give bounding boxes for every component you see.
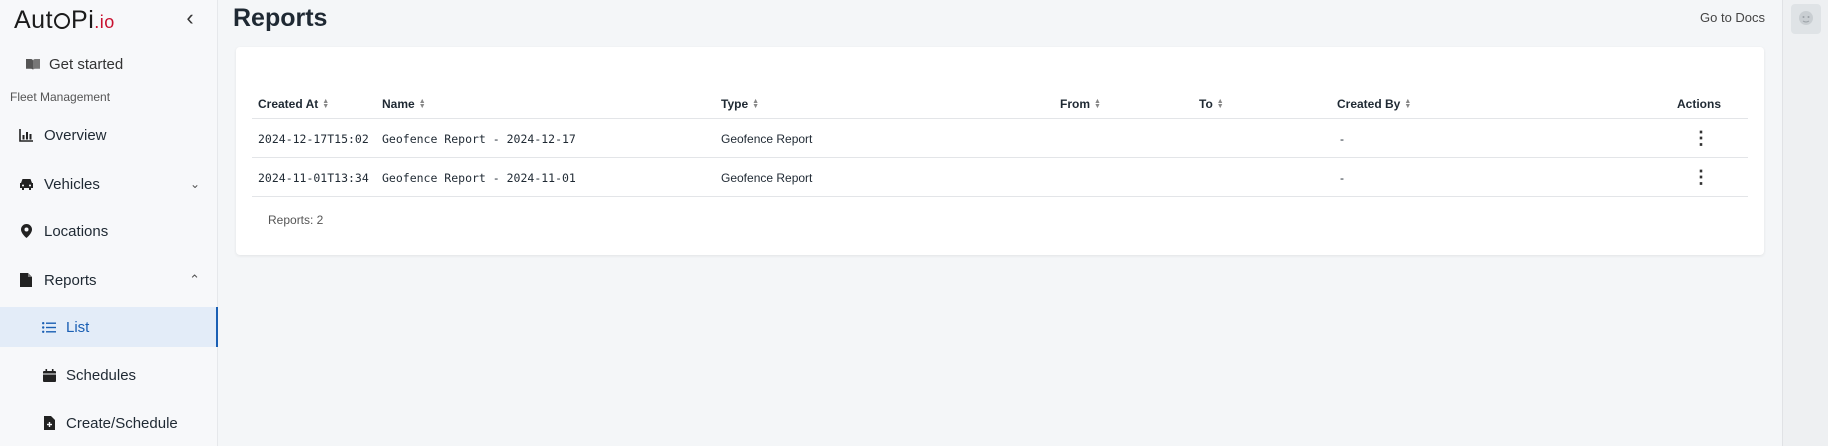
get-started-label: Get started: [49, 56, 124, 73]
sort-icon: ▲ ▼: [418, 98, 426, 110]
collapse-sidebar-button[interactable]: ‹: [180, 7, 200, 30]
column-header-from[interactable]: From ▲ ▼: [1060, 97, 1101, 111]
sort-icon: ▲ ▼: [322, 98, 330, 110]
sidebar-subitem-list[interactable]: List: [0, 307, 218, 347]
reports-card: Created At ▲ ▼ Name ▲ ▼ Type ▲ ▼ From ▲ ▼ To ▲ ▼ C…: [236, 47, 1764, 255]
sidebar: Aut Pi.io ‹ Get started Fleet Management …: [0, 0, 218, 446]
avatar-icon: [1799, 11, 1813, 25]
sidebar-subitem-create-schedule[interactable]: Create/Schedule: [0, 403, 218, 443]
cell-created-by: -: [1340, 171, 1344, 185]
sidebar-subitem-label: Create/Schedule: [66, 414, 178, 432]
logo-o-icon: [54, 13, 71, 29]
row-actions-menu-icon[interactable]: ⋮: [1692, 128, 1710, 148]
document-icon: [16, 273, 36, 287]
car-icon: [16, 178, 36, 190]
sidebar-item-label: Locations: [44, 222, 109, 240]
sidebar-item-reports[interactable]: Reports ⌃: [0, 259, 218, 301]
sidebar-item-overview[interactable]: Overview: [0, 114, 218, 156]
right-rail: [1782, 0, 1828, 446]
table-row[interactable]: 2024-12-17T15:02 Geofence Report - 2024-…: [252, 119, 1748, 158]
sidebar-item-label: Vehicles: [44, 175, 100, 193]
table-row[interactable]: 2024-11-01T13:34 Geofence Report - 2024-…: [252, 158, 1748, 197]
sort-icon: ▲ ▼: [752, 98, 760, 110]
column-header-created-by[interactable]: Created By ▲ ▼: [1337, 97, 1411, 111]
sidebar-item-locations[interactable]: Locations: [0, 210, 218, 252]
list-icon: [40, 321, 58, 333]
fleet-management-label: Fleet Management: [10, 90, 111, 104]
cell-name: Geofence Report - 2024-11-01: [382, 171, 576, 185]
page-title: Reports: [233, 4, 328, 32]
sidebar-subitem-label: Schedules: [66, 366, 137, 384]
sidebar-subitem-schedules[interactable]: Schedules: [0, 355, 218, 395]
book-icon: [26, 59, 40, 70]
cell-created-by: -: [1340, 132, 1344, 146]
chart-icon: [16, 128, 36, 142]
calendar-icon: [40, 368, 58, 382]
sidebar-subitem-label: List: [66, 318, 90, 336]
row-actions-menu-icon[interactable]: ⋮: [1692, 167, 1710, 187]
reports-count: Reports: 2: [268, 213, 324, 227]
column-header-name[interactable]: Name ▲ ▼: [382, 97, 426, 111]
cell-type: Geofence Report: [721, 132, 813, 146]
sidebar-item-label: Overview: [44, 126, 107, 144]
cell-created-at: 2024-12-17T15:02: [258, 132, 369, 146]
sidebar-item-label: Reports: [44, 271, 97, 289]
autopi-logo[interactable]: Aut Pi.io: [14, 6, 115, 35]
sort-icon: ▲ ▼: [1216, 98, 1224, 110]
table-header: Created At ▲ ▼ Name ▲ ▼ Type ▲ ▼ From ▲ ▼ To ▲ ▼ C…: [252, 91, 1748, 119]
file-plus-icon: [40, 416, 58, 430]
chevron-up-icon: ⌃: [189, 272, 200, 287]
column-header-actions: Actions: [1677, 97, 1722, 111]
cell-type: Geofence Report: [721, 171, 813, 185]
sort-icon: ▲ ▼: [1094, 98, 1101, 110]
map-pin-icon: [16, 224, 36, 238]
column-header-to[interactable]: To ▲ ▼: [1199, 97, 1224, 111]
user-avatar[interactable]: [1791, 4, 1821, 34]
get-started-link[interactable]: Get started: [25, 56, 123, 73]
cell-name: Geofence Report - 2024-12-17: [382, 132, 576, 146]
sort-icon: ▲ ▼: [1404, 98, 1412, 110]
column-header-created-at[interactable]: Created At ▲ ▼: [258, 97, 329, 111]
go-to-docs-link[interactable]: Go to Docs: [1700, 10, 1765, 25]
column-header-type[interactable]: Type ▲ ▼: [721, 97, 759, 111]
chevron-down-icon: ⌄: [189, 177, 200, 191]
cell-created-at: 2024-11-01T13:34: [258, 171, 369, 185]
sidebar-item-vehicles[interactable]: Vehicles ⌄: [0, 163, 218, 205]
reports-table: Created At ▲ ▼ Name ▲ ▼ Type ▲ ▼ From ▲ ▼ To ▲ ▼ C…: [252, 91, 1748, 197]
